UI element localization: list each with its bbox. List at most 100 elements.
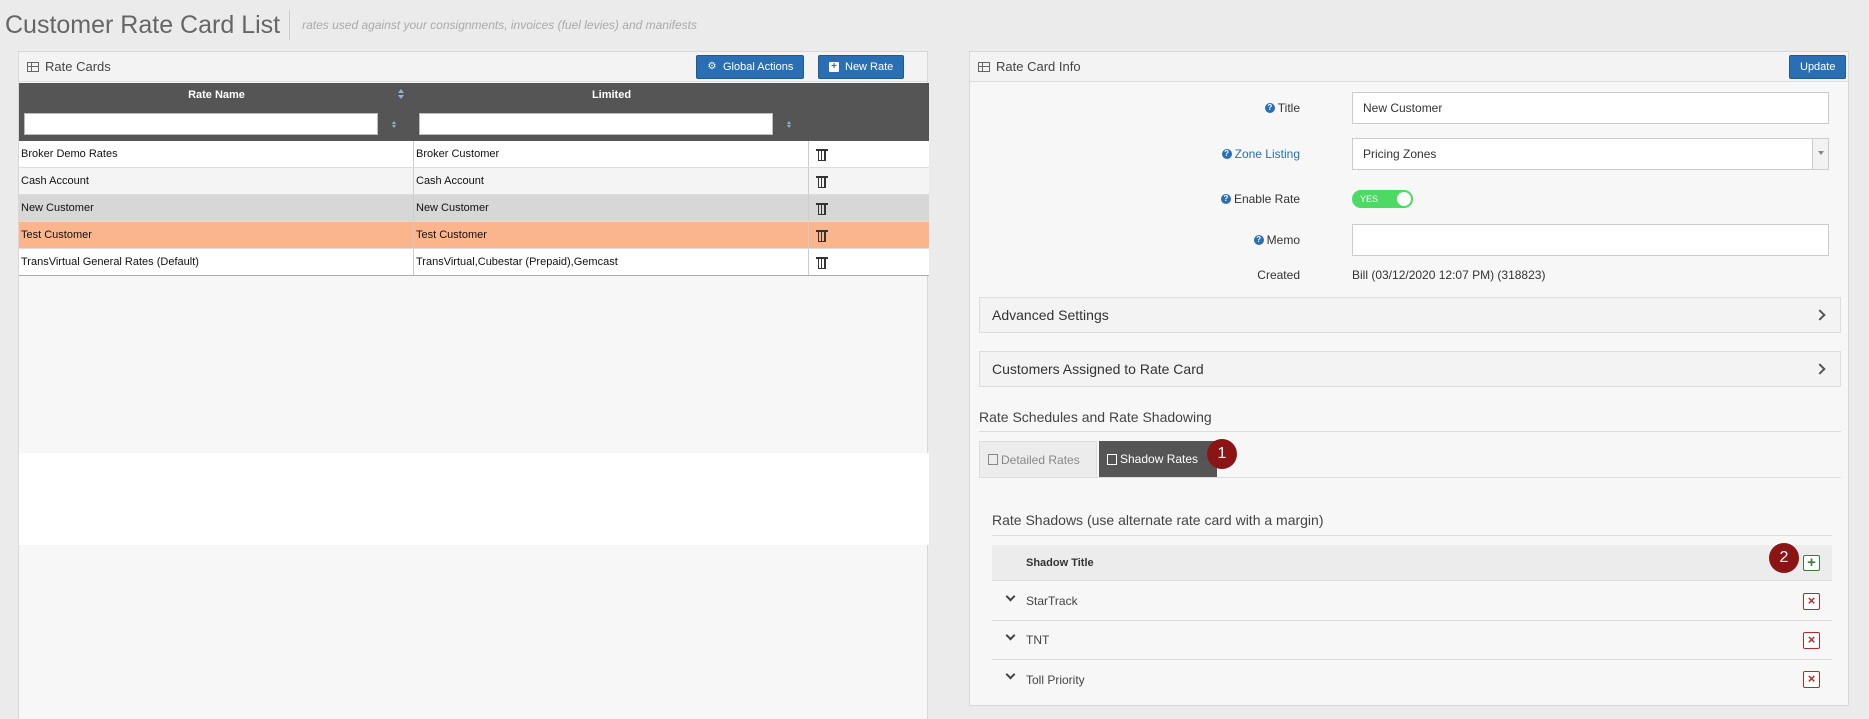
update-label: Update [1800, 61, 1836, 73]
created-row: Created Bill (03/12/2020 12:07 PM) (3188… [970, 259, 1850, 291]
sort-icon[interactable] [398, 89, 404, 101]
question-icon[interactable]: ? [1220, 194, 1231, 204]
toggle-state-label: YES [1360, 194, 1379, 204]
tab-label: Shadow Rates [1120, 452, 1199, 466]
global-actions-button[interactable]: ⚙ Global Actions [696, 55, 805, 79]
chevron-right-icon [1814, 309, 1826, 321]
dropdown-caret-icon[interactable] [1812, 139, 1828, 169]
add-shadow-button[interactable]: + [1803, 555, 1820, 571]
actions-cell [809, 195, 929, 221]
page-title: Customer Rate Card List [5, 11, 281, 39]
filter-cell-limited [414, 107, 809, 141]
new-rate-button[interactable]: + New Rate [818, 55, 905, 79]
question-icon[interactable]: ? [1221, 149, 1232, 159]
rate-card-info-panel: Rate Card Info Update ? Title New Custome… [969, 51, 1849, 706]
trash-icon[interactable] [816, 256, 828, 269]
question-icon[interactable]: ? [1264, 103, 1275, 113]
shadow-title: StarTrack [1026, 594, 1078, 608]
page-subtitle: rates used against your consignments, in… [302, 18, 697, 32]
column-header-rate-name[interactable]: Rate Name [19, 83, 414, 107]
filter-cell-rate-name [19, 107, 414, 141]
memo-input[interactable] [1352, 224, 1829, 256]
step-badge-2: 2 [1769, 543, 1799, 573]
rate-card-info-title: Rate Card Info [996, 59, 1081, 74]
created-value: Bill (03/12/2020 12:07 PM) (318823) [1352, 268, 1546, 282]
toggle-knob [1397, 192, 1411, 206]
rate-name-cell: New Customer [19, 195, 414, 221]
created-label: Created [1257, 268, 1300, 282]
shadow-row[interactable]: TNT × [992, 621, 1832, 660]
table-row[interactable]: Cash Account Cash Account [19, 168, 929, 195]
column-header-actions [809, 83, 929, 107]
tab-label: Detailed Rates [1001, 452, 1080, 467]
rate-name-cell: Cash Account [19, 168, 414, 194]
enable-rate-toggle[interactable]: YES [1352, 190, 1413, 208]
rate-card-info-header: Rate Card Info Update [970, 52, 1848, 82]
title-divider [289, 10, 291, 40]
zone-listing-label[interactable]: ? Zone Listing [1221, 147, 1300, 161]
table-row[interactable]: TransVirtual General Rates (Default) Tra… [19, 249, 929, 276]
update-button[interactable]: Update [1789, 55, 1847, 79]
table-row-selected[interactable]: New Customer New Customer [19, 195, 929, 222]
limited-cell: Cash Account [414, 168, 809, 194]
memo-row: ? Memo [970, 224, 1850, 256]
table-row-highlighted[interactable]: Test Customer Test Customer [19, 222, 929, 249]
shadow-title: Toll Priority [1026, 672, 1085, 687]
question-icon[interactable]: ? [1253, 235, 1264, 245]
rate-name-cell: TransVirtual General Rates (Default) [19, 249, 414, 275]
customers-assigned-accordion[interactable]: Customers Assigned to Rate Card [979, 351, 1841, 387]
chevron-down-icon[interactable] [1005, 630, 1016, 641]
chevron-down-icon[interactable] [1005, 669, 1016, 680]
enable-rate-label: ? Enable Rate [1220, 192, 1300, 206]
advanced-settings-accordion[interactable]: Advanced Settings [979, 297, 1841, 333]
zone-listing-row: ? Zone Listing Pricing Zones [970, 138, 1850, 170]
table-row[interactable]: Broker Demo Rates Broker Customer [19, 141, 929, 168]
table-empty-area [19, 453, 929, 545]
enable-rate-row: ? Enable Rate YES [970, 183, 1850, 215]
accordion-label: Advanced Settings [992, 307, 1109, 323]
divider [979, 431, 1841, 432]
rate-cards-title: Rate Cards [45, 59, 111, 74]
new-rate-label: New Rate [845, 61, 894, 73]
delete-shadow-button[interactable]: × [1803, 671, 1820, 688]
shadow-title: TNT [1026, 633, 1050, 647]
limited-cell: TransVirtual,Cubestar (Prepaid),Gemcast [414, 249, 809, 275]
actions-cell [809, 168, 929, 194]
title-label: ? Title [1264, 101, 1300, 115]
shadow-title-column: Shadow Title [1026, 556, 1094, 569]
tab-shadow-rates[interactable]: Shadow Rates [1099, 441, 1217, 477]
rate-shadows-title: Rate Shadows (use alternate rate card wi… [992, 512, 1324, 528]
limited-cell: Broker Customer [414, 141, 809, 167]
rate-cards-panel-header: Rate Cards ⚙ Global Actions + New Rate [19, 52, 927, 82]
delete-shadow-button[interactable]: × [1803, 631, 1820, 649]
tab-detailed-rates[interactable]: Detailed Rates [979, 441, 1097, 477]
column-header-limited[interactable]: Limited [414, 83, 809, 107]
trash-icon[interactable] [816, 202, 828, 215]
zone-listing-value: Pricing Zones [1363, 147, 1437, 161]
chevron-down-icon[interactable] [1005, 591, 1016, 602]
trash-icon[interactable] [816, 148, 828, 161]
zone-listing-select[interactable]: Pricing Zones [1352, 138, 1829, 170]
filter-sort-icon[interactable] [787, 121, 793, 129]
copy-icon [1107, 453, 1117, 465]
plus-square-icon: + [829, 62, 839, 72]
chevron-right-icon [1814, 363, 1826, 375]
trash-icon[interactable] [816, 229, 828, 242]
title-input[interactable]: New Customer [1352, 92, 1829, 124]
table-icon [27, 61, 39, 72]
limited-filter-input[interactable] [419, 113, 773, 135]
actions-cell [809, 141, 929, 167]
rate-name-filter-input[interactable] [24, 113, 378, 135]
divider [992, 535, 1832, 536]
title-row: ? Title New Customer [970, 92, 1850, 124]
memo-label: ? Memo [1253, 233, 1300, 247]
actions-cell [809, 249, 929, 275]
shadow-row[interactable]: StarTrack × [992, 582, 1832, 621]
delete-shadow-button[interactable]: × [1803, 592, 1820, 610]
filter-sort-icon[interactable] [392, 121, 398, 129]
rate-schedules-title: Rate Schedules and Rate Shadowing [979, 409, 1212, 425]
trash-icon[interactable] [816, 175, 828, 188]
shadow-row[interactable]: Toll Priority × [992, 660, 1832, 699]
actions-cell [809, 222, 929, 248]
shadow-table-header: Shadow Title + [992, 545, 1832, 581]
